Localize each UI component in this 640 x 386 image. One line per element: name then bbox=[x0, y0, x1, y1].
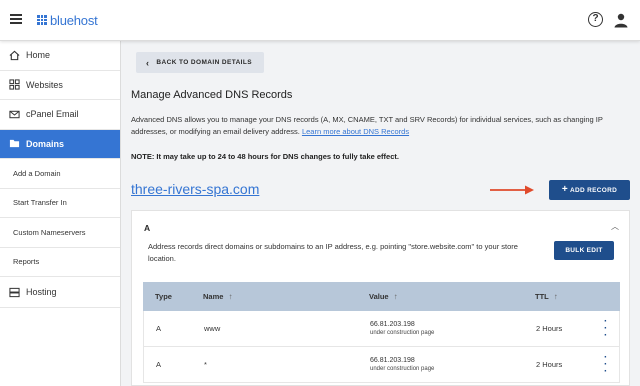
record-name: www bbox=[204, 324, 221, 333]
grid-icon bbox=[9, 79, 20, 90]
logo-grid-icon bbox=[37, 15, 47, 25]
column-header-ttl-label: TTL bbox=[535, 292, 549, 301]
server-icon bbox=[9, 287, 20, 297]
dns-records-table: Type Name ↑ Value ↑ TTL ↑ A www 66.81.203.1… bbox=[143, 282, 620, 383]
record-value-note: under construction page bbox=[370, 366, 435, 372]
sidebar-item-reports[interactable]: Reports bbox=[0, 248, 120, 277]
more-options-icon[interactable]: · · · bbox=[604, 353, 607, 377]
record-value-ip: 66.81.203.198 bbox=[370, 321, 415, 328]
top-bar: bluehost ? bbox=[0, 0, 640, 41]
add-record-button[interactable]: + ADD RECORD bbox=[549, 180, 630, 200]
sidebar-item-label: Custom Nameservers bbox=[13, 227, 86, 237]
sidebar-item-label: Start Transfer In bbox=[13, 198, 67, 208]
help-icon[interactable]: ? bbox=[588, 12, 603, 27]
sidebar-item-start-transfer-in[interactable]: Start Transfer In bbox=[0, 189, 120, 218]
column-header-value[interactable]: Value ↑ bbox=[369, 292, 398, 301]
record-type: A bbox=[156, 360, 162, 369]
sidebar-item-hosting[interactable]: Hosting bbox=[0, 277, 120, 308]
menu-icon[interactable] bbox=[10, 14, 22, 24]
folder-icon bbox=[9, 140, 20, 148]
table-row: A * 66.81.203.198 under construction pag… bbox=[143, 347, 620, 383]
record-value-ip: 66.81.203.198 bbox=[370, 357, 415, 364]
sort-arrow-icon: ↑ bbox=[553, 292, 558, 301]
sidebar-item-home[interactable]: Home bbox=[0, 41, 120, 71]
sidebar-item-label: Websites bbox=[26, 79, 63, 90]
sort-arrow-icon: ↑ bbox=[228, 292, 233, 301]
user-icon[interactable] bbox=[613, 12, 629, 28]
back-to-domain-details-button[interactable]: ‹ BACK TO DOMAIN DETAILS bbox=[136, 52, 264, 73]
sidebar-item-label: Domains bbox=[26, 138, 65, 149]
sort-arrow-icon: ↑ bbox=[393, 292, 398, 301]
chevron-left-icon: ‹ bbox=[146, 57, 150, 68]
back-button-label: BACK TO DOMAIN DETAILS bbox=[156, 59, 252, 66]
column-header-value-label: Value bbox=[369, 292, 389, 301]
column-header-ttl[interactable]: TTL ↑ bbox=[535, 292, 558, 301]
sidebar-item-custom-nameservers[interactable]: Custom Nameservers bbox=[0, 218, 120, 248]
sidebar-item-domains[interactable]: Domains bbox=[0, 129, 120, 159]
record-value: 66.81.203.198 under construction page bbox=[370, 321, 434, 336]
record-ttl: 2 Hours bbox=[536, 324, 563, 333]
propagation-note: NOTE: It may take up to 24 to 48 hours f… bbox=[131, 152, 399, 161]
sidebar-item-websites[interactable]: Websites bbox=[0, 71, 120, 100]
record-ttl: 2 Hours bbox=[536, 360, 563, 369]
page-description: Advanced DNS allows you to manage your D… bbox=[131, 114, 631, 138]
sidebar-item-label: Reports bbox=[13, 257, 40, 267]
card-description: Address records direct domains or subdom… bbox=[148, 242, 518, 263]
sidebar-item-cpanel-email[interactable]: cPanel Email bbox=[0, 100, 120, 130]
a-records-card: A ︿ Address records direct domains or su… bbox=[131, 210, 630, 386]
chevron-up-icon[interactable]: ︿ bbox=[611, 221, 619, 232]
home-icon bbox=[9, 50, 20, 60]
column-header-name[interactable]: Name ↑ bbox=[203, 292, 232, 301]
record-name: * bbox=[204, 360, 207, 369]
record-value-note: under construction page bbox=[370, 330, 435, 336]
sidebar-item-label: Home bbox=[26, 50, 51, 61]
arrow-right-icon bbox=[490, 185, 534, 195]
sidebar-item-label: Hosting bbox=[26, 287, 57, 297]
table-row: A www 66.81.203.198 under construction p… bbox=[143, 311, 620, 347]
card-title: A bbox=[144, 223, 151, 233]
record-type: A bbox=[156, 324, 162, 333]
sidebar-item-add-a-domain[interactable]: Add a Domain bbox=[0, 159, 120, 189]
page-title: Manage Advanced DNS Records bbox=[131, 89, 293, 101]
bulk-edit-button[interactable]: BULK EDIT bbox=[554, 241, 614, 260]
mail-icon bbox=[9, 110, 20, 118]
table-header: Type Name ↑ Value ↑ TTL ↑ bbox=[143, 282, 620, 311]
domain-name-link[interactable]: three-rivers-spa.com bbox=[131, 181, 259, 197]
sidebar-item-label: Add a Domain bbox=[13, 168, 61, 178]
plus-icon: + bbox=[561, 184, 569, 195]
add-record-label: ADD RECORD bbox=[570, 186, 618, 194]
column-header-type: Type bbox=[155, 292, 172, 301]
sidebar: Home Websites cPanel Email Domains Add a… bbox=[0, 41, 121, 386]
more-options-icon[interactable]: · · · bbox=[604, 317, 607, 341]
logo-text: bluehost bbox=[50, 12, 98, 28]
logo[interactable]: bluehost bbox=[37, 12, 98, 28]
main-content: ‹ BACK TO DOMAIN DETAILS Manage Advanced… bbox=[121, 41, 640, 386]
record-value: 66.81.203.198 under construction page bbox=[370, 357, 434, 372]
column-header-name-label: Name bbox=[203, 292, 224, 301]
sidebar-item-label: cPanel Email bbox=[26, 109, 79, 120]
learn-more-link[interactable]: Learn more about DNS Records bbox=[302, 127, 409, 136]
